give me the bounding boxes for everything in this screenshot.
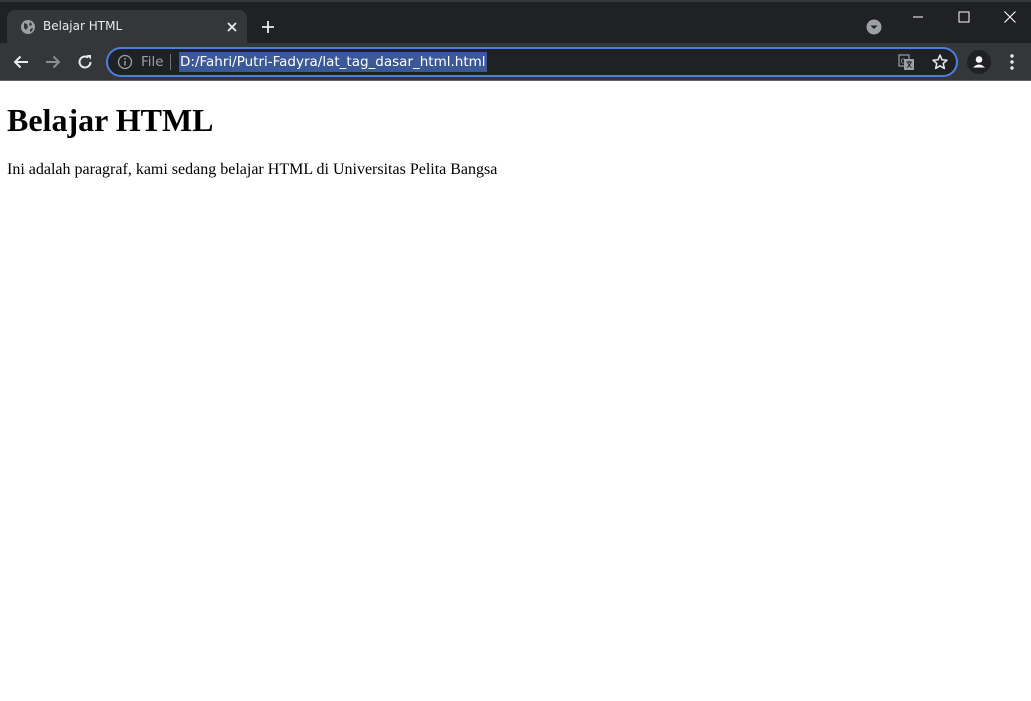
page-paragraph: Ini adalah paragraf, kami sedang belajar…	[7, 161, 498, 178]
close-window-button[interactable]	[987, 0, 1031, 34]
browser-tab[interactable]: Belajar HTML	[7, 10, 247, 43]
bookmark-star-icon[interactable]	[931, 53, 949, 71]
minimize-window-button[interactable]	[895, 0, 941, 34]
url-text[interactable]: D:/Fahri/Putri-Fadyra/lat_tag_dasar_html…	[179, 52, 487, 72]
tab-strip-top-edge	[0, 0, 1031, 2]
tab-title: Belajar HTML	[43, 19, 123, 33]
close-tab-icon[interactable]	[224, 19, 240, 35]
reload-icon[interactable]	[75, 52, 95, 72]
tab-strip: Belajar HTML	[0, 0, 1031, 43]
page-viewport: Belajar HTML Ini adalah paragraf, kami s…	[0, 81, 1031, 701]
page-heading: Belajar HTML	[7, 102, 214, 138]
scheme-label: File	[141, 54, 164, 70]
info-icon[interactable]	[117, 54, 133, 70]
browser-toolbar: File D:/Fahri/Putri-Fadyra/lat_tag_dasar…	[0, 43, 1031, 80]
forward-arrow-icon[interactable]	[43, 52, 63, 72]
globe-icon	[20, 19, 36, 35]
maximize-window-button[interactable]	[941, 0, 987, 34]
translate-icon[interactable]: G	[898, 54, 915, 71]
address-bar[interactable]: File D:/Fahri/Putri-Fadyra/lat_tag_dasar…	[106, 47, 958, 77]
svg-text:G: G	[901, 58, 906, 66]
tab-search-icon[interactable]	[865, 18, 883, 36]
new-tab-icon[interactable]	[259, 18, 277, 36]
kebab-menu-icon[interactable]	[1003, 52, 1021, 72]
profile-avatar-icon[interactable]	[967, 50, 991, 74]
address-bar-divider	[170, 54, 171, 70]
back-arrow-icon[interactable]	[11, 52, 31, 72]
